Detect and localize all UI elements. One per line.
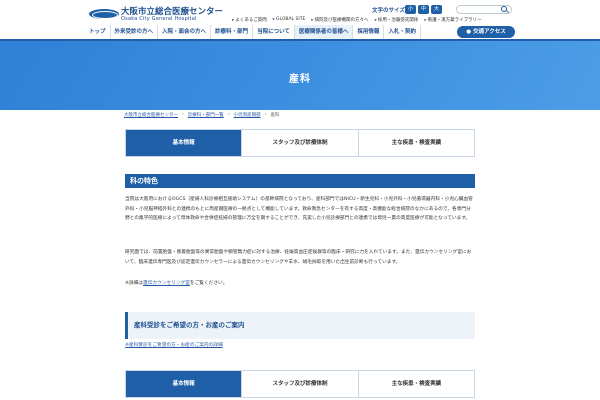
tab-bar-bottom: 基本情報 スタッフ及び診療体制 主な疾患・検査実績 bbox=[125, 370, 475, 398]
util-link-library[interactable]: 看護・漢方薬ライブラリー bbox=[424, 17, 482, 23]
nav-item-inpatient[interactable]: 入院・面会の方へ bbox=[158, 25, 212, 39]
tab-staff[interactable]: スタッフ及び診療体制 bbox=[242, 130, 359, 156]
access-button-label: 交通アクセス bbox=[472, 29, 506, 35]
nav-item-top[interactable]: トップ bbox=[85, 25, 111, 39]
details-note-suffix: をご覧ください。 bbox=[189, 281, 228, 286]
breadcrumb-departments[interactable]: 診療科・部門一覧 bbox=[188, 112, 224, 118]
breadcrumb-home[interactable]: 大阪市立総合医療センター bbox=[124, 112, 178, 118]
tab-basic-info[interactable]: 基本情報 bbox=[126, 130, 243, 156]
breadcrumb-current: 産科 bbox=[270, 113, 280, 118]
breadcrumb-separator: › bbox=[264, 112, 267, 117]
section-heading: 科の特色 bbox=[125, 174, 475, 188]
nav-item-medical-professionals[interactable]: 医療関係者の皆様へ bbox=[294, 25, 354, 39]
nav-item-departments[interactable]: 診療科・部門 bbox=[211, 25, 254, 39]
breadcrumb-perinatal[interactable]: 小児周産期部 bbox=[234, 112, 261, 118]
nav-item-about[interactable]: 当院について bbox=[253, 25, 295, 39]
obstetrics-visit-heading: 産科受診をご希望の方・お産のご案内 bbox=[125, 312, 475, 339]
tab-diseases-bottom[interactable]: 主な疾患・検査実績 bbox=[358, 371, 474, 397]
utility-links: よくあるご質問 GLOBAL SITE 病院及び医療機関の方々へ 採用・治験受託… bbox=[232, 17, 482, 23]
font-size-large-button[interactable]: 大 bbox=[431, 5, 442, 14]
genetic-counseling-link[interactable]: 遺伝カウンセリング室 bbox=[143, 281, 190, 286]
tab-bar-top: 基本情報 スタッフ及び診療体制 主な疾患・検査実績 bbox=[125, 129, 475, 157]
breadcrumb: 大阪市立総合医療センター › 診療科・部門一覧 › 小児周産期部 › 産科 bbox=[124, 112, 279, 118]
breadcrumb-separator: › bbox=[182, 112, 184, 117]
map-pin-icon: ● bbox=[466, 29, 473, 35]
nav-item-recruitment[interactable]: 採用情報 bbox=[353, 25, 385, 39]
search-icon[interactable] bbox=[501, 6, 507, 12]
util-link-medical-institutions[interactable]: 病院及び医療機関の方々へ bbox=[311, 17, 369, 23]
features-paragraph: 当院は大阪府におけるOGCS（産婦人科診療相互援助システム）の基幹病院となってお… bbox=[125, 197, 473, 221]
tab-basic-info-bottom[interactable]: 基本情報 bbox=[126, 371, 243, 397]
font-size-small-button[interactable]: 小 bbox=[405, 5, 416, 14]
tab-diseases[interactable]: 主な疾患・検査実績 bbox=[358, 130, 474, 156]
site-header: 大阪市立総合医療センター Osaka City General Hospital… bbox=[0, 0, 600, 25]
breadcrumb-separator: › bbox=[227, 112, 230, 117]
hospital-logo-icon[interactable] bbox=[89, 9, 119, 19]
details-note-prefix: ※詳細は bbox=[125, 281, 143, 286]
logo-subtitle: Osaka City General Hospital bbox=[121, 16, 197, 22]
global-nav: トップ 外来受診の方へ 入院・面会の方へ 診療科・部門 当院について 医療関係者… bbox=[85, 25, 515, 39]
tab-staff-bottom[interactable]: スタッフ及び診療体制 bbox=[242, 371, 359, 397]
page-title: 産科 bbox=[289, 74, 311, 85]
util-link-global-site[interactable]: GLOBAL SITE bbox=[273, 17, 305, 23]
font-size-medium-button[interactable]: 中 bbox=[418, 5, 429, 14]
obstetrics-visit-link[interactable]: ※産科受診をご希望の方・お産のご案内の詳細 bbox=[125, 342, 223, 348]
details-note: ※詳細は遺伝カウンセリング室をご覧ください。 bbox=[125, 279, 475, 289]
font-size-label: 文字のサイズ bbox=[372, 8, 405, 14]
util-link-faq[interactable]: よくあるご質問 bbox=[232, 17, 267, 23]
access-button[interactable]: ● 交通アクセス bbox=[457, 26, 515, 38]
util-link-recruitment[interactable]: 採用・治験受託関係 bbox=[375, 17, 419, 23]
nav-item-outpatient[interactable]: 外来受診の方へ bbox=[111, 25, 159, 39]
research-paragraph: 研究面では、前置胎盤・癒着胎盤等の異常胎盤や頸管無力症に対する治療、妊娠高血圧症… bbox=[125, 250, 472, 265]
nav-item-bidding[interactable]: 入札・契約 bbox=[384, 25, 421, 39]
